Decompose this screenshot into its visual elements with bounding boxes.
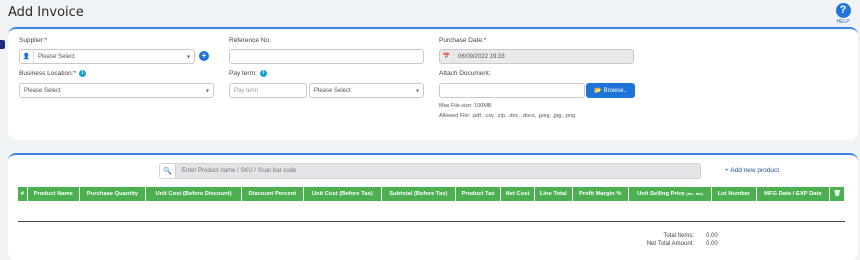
add-supplier-button[interactable]: + — [199, 51, 209, 61]
help-label: HELP — [836, 19, 850, 25]
purchase-items-table: # Product Name Purchase Quantity Unit Co… — [18, 187, 845, 201]
col-unit-selling-price-label: Unit Selling Price — [637, 191, 685, 197]
col-discount-percent: Discount Percent — [241, 187, 304, 201]
col-purchase-quantity: Purchase Quantity — [79, 187, 147, 201]
info-icon[interactable]: i — [79, 70, 87, 77]
business-location-select[interactable]: Please Select ▾ — [19, 83, 214, 98]
trash-icon[interactable]: 🗑 — [833, 191, 840, 197]
net-total-label: Net Total Amount: — [646, 241, 694, 247]
supplier-select[interactable]: 👤 Please Select ▾ — [19, 49, 195, 64]
col-unit-cost-before-discount: Unit Cost (Before Discount) — [145, 187, 242, 201]
col-subtotal-before-tax: Subtotal (Before Tax) — [381, 187, 457, 201]
col-net-cost: Net Cost — [500, 187, 536, 201]
attach-document-input[interactable] — [439, 83, 585, 98]
product-search-placeholder: Enter Product name / SKU / Scan bar code — [182, 168, 297, 174]
net-total-value: 0.00 — [706, 241, 718, 247]
col-unit-cost-before-tax: Unit Cost (Before Tax) — [303, 187, 382, 201]
business-location-label: Business Location:* i — [19, 70, 87, 78]
add-new-product-label: Add new product — [730, 167, 780, 174]
pay-term-label: Pay term: i — [229, 70, 267, 77]
attach-document-label: Attach Document: — [439, 70, 491, 77]
calendar-icon: 📅 — [440, 50, 454, 63]
add-new-product-link[interactable]: + Add new product — [725, 167, 779, 174]
col-product-tax: Product Tax — [455, 187, 501, 201]
purchase-date-label: Purchase Date:* — [439, 37, 487, 44]
col-line-total: Line Total — [534, 187, 573, 201]
total-items-label: Total Items: — [663, 233, 694, 239]
business-location-value: Please Select — [24, 87, 61, 94]
reference-label: Reference No: — [229, 37, 271, 44]
page-title: Add Invoice — [8, 5, 84, 20]
col-unit-selling-price-note: (Inc. tax) — [686, 191, 703, 196]
chevron-down-icon: ▾ — [205, 88, 209, 94]
folder-open-icon: 📂 — [594, 88, 602, 94]
browse-button[interactable]: 📂 Browse.. — [586, 83, 635, 98]
purchase-date-value: 06/09/2022 19:33 — [458, 53, 505, 60]
search-icon: 🔍 — [160, 164, 176, 178]
info-icon[interactable]: i — [259, 70, 267, 77]
pay-term-select-value: Please Select — [314, 87, 351, 94]
col-product-name: Product Name — [27, 187, 80, 201]
chevron-down-icon: ▾ — [415, 88, 419, 94]
user-icon: 👤 — [20, 50, 34, 63]
business-location-label-text: Business Location:* — [19, 70, 77, 78]
supplier-select-value: Please Select — [38, 53, 75, 60]
reference-input[interactable] — [229, 49, 424, 64]
question-icon: ? — [835, 3, 851, 18]
col-unit-selling-price: Unit Selling Price (Inc. tax) — [628, 187, 713, 201]
col-profit-margin: Profit Margin % — [572, 187, 629, 201]
sidebar-toggle[interactable] — [0, 40, 5, 49]
plus-icon: + — [725, 167, 729, 174]
total-items-value: 0.00 — [706, 233, 718, 239]
browse-button-label: Browse.. — [603, 87, 627, 94]
pay-term-label-text: Pay term: — [229, 70, 257, 78]
purchase-date-field[interactable]: 📅 06/09/2022 19:33 — [439, 49, 634, 64]
chevron-down-icon: ▾ — [186, 54, 190, 60]
col-hash: # — [18, 187, 28, 201]
table-header-row: # Product Name Purchase Quantity Unit Co… — [18, 187, 845, 201]
product-search[interactable]: 🔍 Enter Product name / SKU / Scan bar co… — [159, 163, 701, 179]
pay-term-select[interactable]: Please Select ▾ — [309, 83, 424, 98]
allowed-file-types-note: Allowed File: .pdf, .csv, .zip, .doc, .d… — [439, 113, 576, 119]
table-divider — [18, 221, 845, 222]
pay-term-input[interactable]: Pay term — [229, 83, 307, 98]
help-button[interactable]: ? HELP — [834, 3, 852, 25]
supplier-label: Supplier:* — [19, 37, 48, 44]
col-mfg-exp-date: MFG Date / EXP Date — [756, 187, 831, 201]
col-delete: 🗑 — [829, 187, 845, 201]
col-lot-number: Lot Number — [711, 187, 757, 201]
max-file-size-note: Max File size: 100MB — [439, 103, 492, 109]
